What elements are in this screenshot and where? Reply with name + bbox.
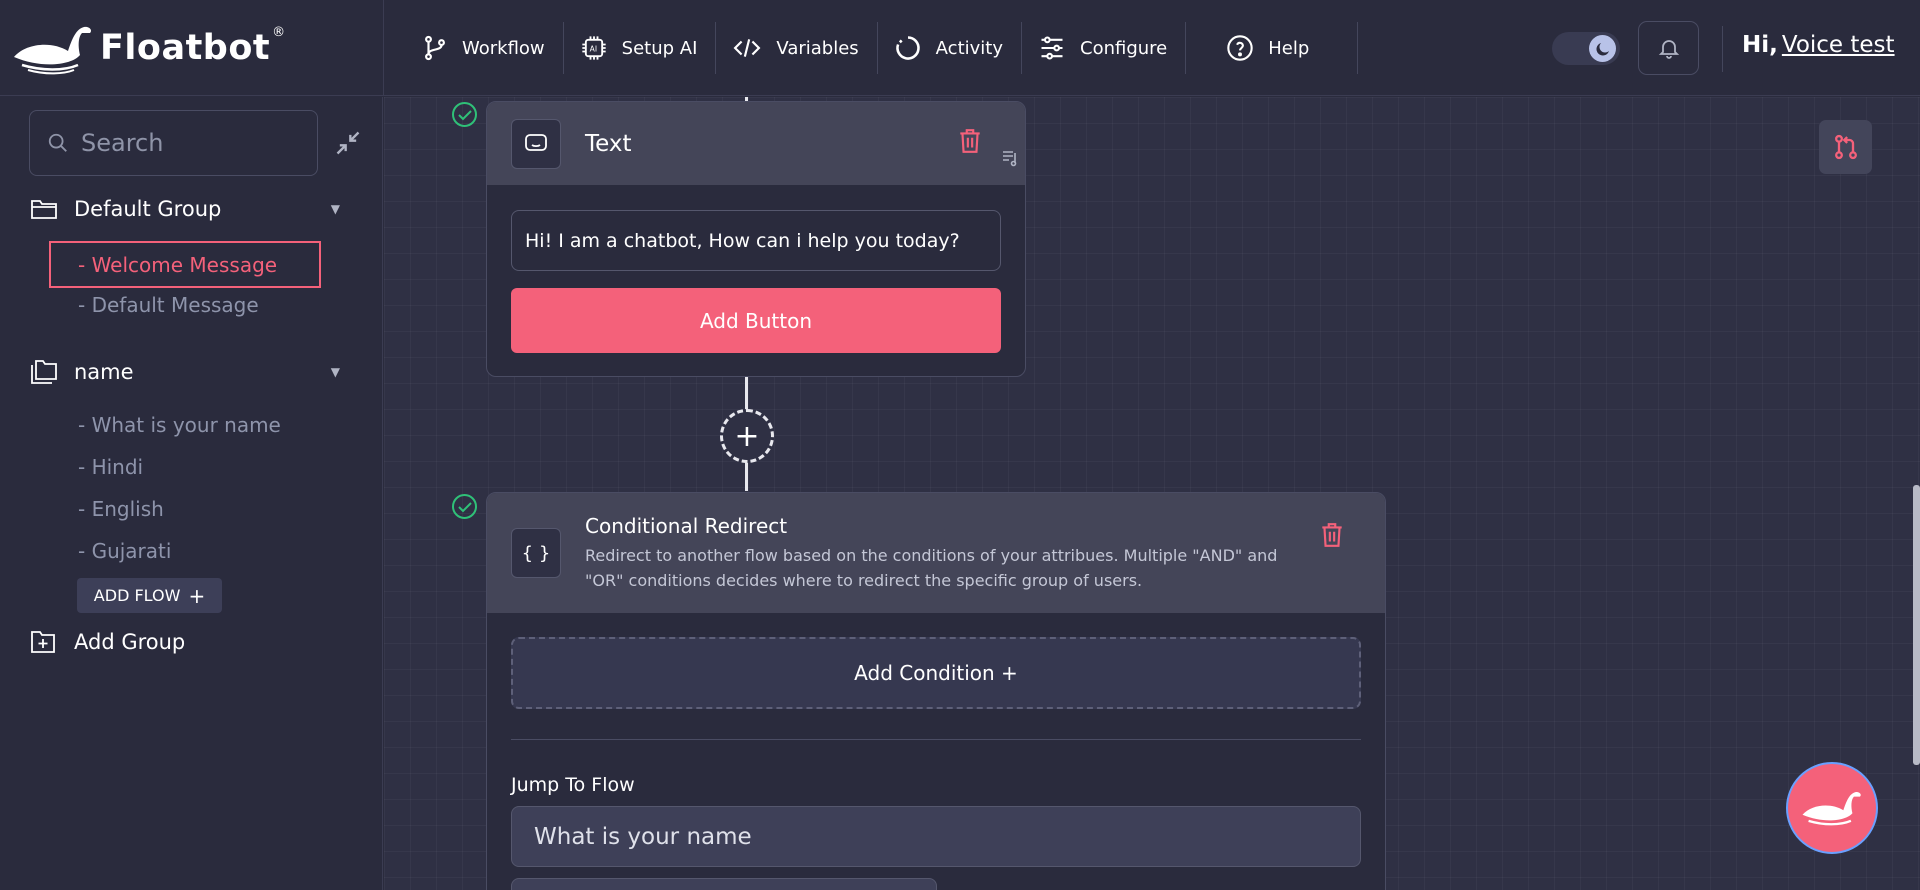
trash-icon — [960, 129, 980, 153]
caret-down-icon[interactable]: ▼ — [331, 202, 340, 216]
nav-help-label: Help — [1268, 37, 1310, 59]
collapse-sidebar-button[interactable] — [334, 129, 362, 161]
ai-chip-icon: AI — [581, 36, 606, 60]
workflow-icon — [425, 35, 445, 61]
bird-logo-icon — [14, 26, 92, 75]
brand-name: Floatbot — [100, 28, 271, 68]
conditional-redirect-card[interactable]: { } Conditional Redirect Redirect to ano… — [486, 492, 1386, 890]
add-button[interactable]: Add Button — [511, 288, 1001, 353]
nav-activity-label: Activity — [935, 37, 1003, 59]
flow-hindi[interactable]: - Hindi — [78, 455, 143, 479]
notifications-button[interactable] — [1638, 21, 1699, 75]
delete-conditional-card-button[interactable] — [1319, 521, 1345, 553]
flow-welcome-message[interactable]: - Welcome Message — [49, 241, 321, 288]
flow-default-message[interactable]: - Default Message — [78, 293, 259, 317]
header-divider — [383, 0, 384, 96]
group-default-label: Default Group — [74, 197, 222, 221]
add-group-button[interactable]: Add Group — [30, 629, 340, 655]
flow-gujarati[interactable]: - Gujarati — [78, 539, 171, 563]
nav-setup-ai-label: Setup AI — [621, 37, 698, 59]
user-greeting: Hi, Voice test — [1742, 32, 1895, 58]
search-icon — [48, 133, 67, 152]
code-icon — [733, 39, 761, 57]
divider — [511, 739, 1361, 740]
sort-notes-icon[interactable] — [1001, 148, 1021, 172]
conditional-card-title: Conditional Redirect — [585, 513, 788, 538]
text-card-title: Text — [585, 130, 632, 157]
user-name-link[interactable]: Voice test — [1782, 32, 1895, 58]
next-field[interactable] — [511, 878, 937, 890]
check-circle-icon — [452, 494, 477, 519]
minimize-arrows-icon — [336, 131, 360, 155]
svg-text:AI: AI — [589, 45, 596, 54]
nav-variables[interactable]: Variables — [716, 22, 878, 74]
header-divider-right — [1722, 26, 1723, 72]
message-input[interactable]: Hi! I am a chatbot, How can i help you t… — [511, 210, 1001, 271]
caret-down-icon[interactable]: ▼ — [331, 365, 340, 379]
help-icon — [1227, 35, 1253, 61]
flow-english[interactable]: - English — [78, 497, 164, 521]
jump-to-flow-label: Jump To Flow — [511, 774, 635, 796]
git-pull-request-icon — [1834, 134, 1857, 160]
text-card[interactable]: Text Hi! I am a chatbot, How can i help … — [486, 101, 1026, 377]
folder-open-icon — [31, 200, 57, 219]
search-input[interactable] — [81, 129, 301, 157]
add-group-label: Add Group — [74, 630, 186, 654]
version-compare-button[interactable] — [1819, 120, 1872, 174]
folders-icon — [31, 360, 57, 384]
connector-line — [745, 376, 748, 412]
registered-mark: ® — [272, 24, 286, 40]
greeting-text: Hi, — [1742, 32, 1778, 58]
add-node-button[interactable]: + — [720, 409, 774, 463]
search-box — [29, 110, 318, 176]
nav-help[interactable]: Help — [1186, 22, 1359, 74]
nav-workflow-label: Workflow — [462, 37, 545, 59]
connector-line — [745, 461, 748, 491]
bird-logo-icon — [1802, 792, 1861, 826]
delete-text-card-button[interactable] — [957, 127, 983, 159]
nav-configure[interactable]: Configure — [1022, 22, 1187, 74]
nav-variables-label: Variables — [776, 37, 859, 59]
conditional-card-header: { } Conditional Redirect Redirect to ano… — [487, 493, 1385, 613]
canvas-scrollbar[interactable] — [1913, 485, 1920, 765]
nav-configure-label: Configure — [1080, 37, 1168, 59]
nav-workflow[interactable]: Workflow — [412, 22, 564, 74]
add-flow-button[interactable]: ADD FLOW + — [77, 578, 222, 613]
nav-setup-ai[interactable]: AI Setup AI — [564, 22, 717, 74]
theme-toggle[interactable] — [1552, 32, 1620, 65]
floatbot-logo[interactable]: Floatbot ® — [12, 18, 285, 78]
moon-icon — [1595, 42, 1609, 56]
main-nav: Workflow AI Setup AI Variables Activity … — [412, 22, 1359, 74]
activity-icon — [895, 36, 920, 60]
add-flow-label: ADD FLOW — [93, 586, 181, 605]
sliders-icon — [1041, 36, 1063, 60]
braces-icon: { } — [511, 528, 561, 578]
group-default[interactable]: Default Group ▼ — [30, 197, 340, 221]
group-name[interactable]: name ▼ — [30, 359, 340, 385]
folder-plus-icon — [31, 631, 55, 653]
text-card-header: Text — [487, 102, 1025, 185]
check-circle-icon — [452, 102, 477, 127]
trash-icon — [1322, 523, 1342, 547]
plus-icon: + — [188, 583, 206, 608]
conditional-card-description: Redirect to another flow based on the co… — [585, 545, 1278, 590]
bell-icon — [1658, 40, 1679, 59]
top-header: Floatbot ® Workflow AI Setup AI Variable… — [0, 0, 1920, 96]
add-condition-button[interactable]: Add Condition + — [511, 637, 1361, 709]
jump-to-flow-select[interactable]: What is your name — [511, 806, 1361, 867]
flow-canvas[interactable]: Text Hi! I am a chatbot, How can i help … — [384, 97, 1920, 890]
group-name-label: name — [74, 360, 134, 384]
nav-activity[interactable]: Activity — [878, 22, 1022, 74]
conditional-card-heading: Conditional Redirect Redirect to another… — [585, 514, 1305, 593]
flow-sidebar: Default Group ▼ - Welcome Message - Defa… — [0, 97, 383, 890]
flow-what-is-your-name[interactable]: - What is your name — [78, 413, 281, 437]
chatbot-launcher-button[interactable] — [1786, 762, 1878, 854]
chat-bubble-icon — [511, 118, 561, 169]
theme-knob — [1589, 35, 1616, 62]
